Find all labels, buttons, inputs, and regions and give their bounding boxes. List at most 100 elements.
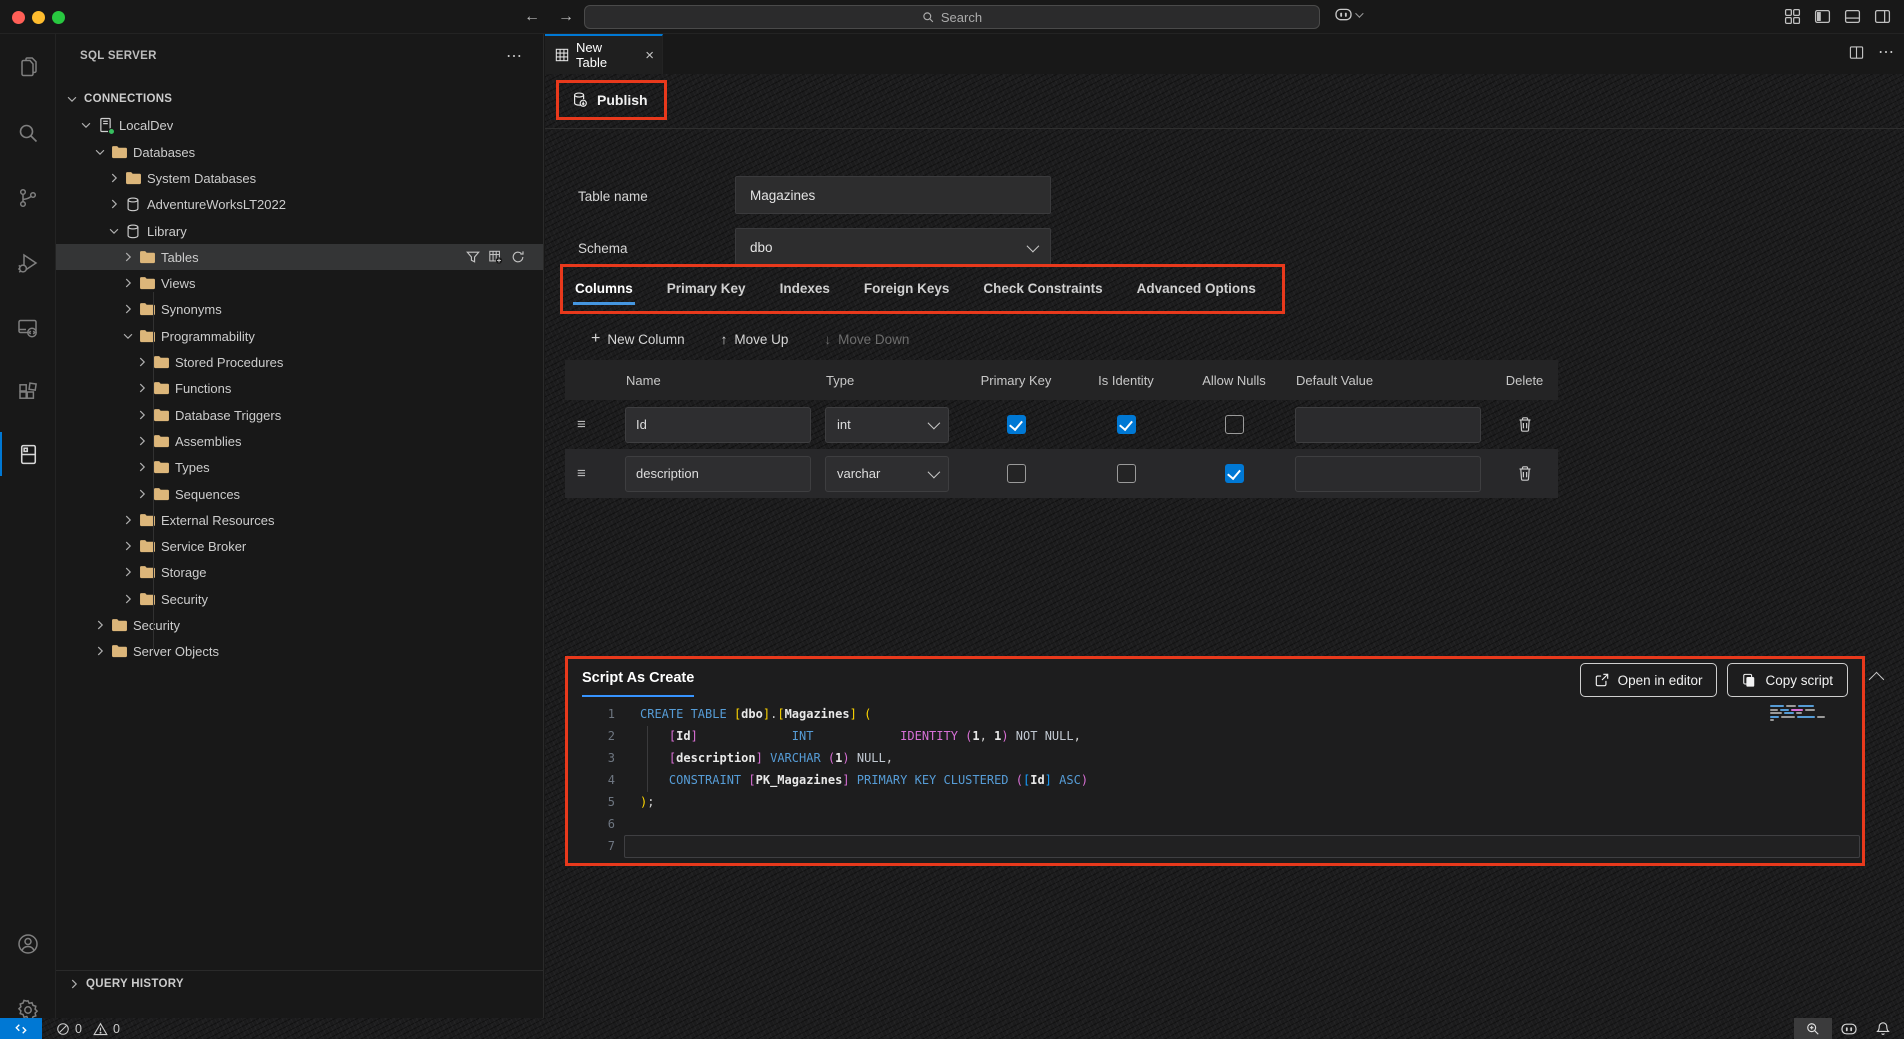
forward-icon[interactable]: → [554, 5, 578, 29]
tree-item-assemblies[interactable]: Assemblies [56, 428, 543, 454]
remote-explorer-icon[interactable] [0, 302, 56, 354]
chevron-right-icon[interactable] [134, 380, 150, 396]
column-type-select[interactable]: int [825, 407, 949, 443]
schema-select[interactable]: dbo [735, 228, 1051, 266]
delete-row-button[interactable] [1491, 416, 1558, 433]
script-as-create-tab[interactable]: Script As Create [582, 670, 694, 686]
open-in-editor-button[interactable]: Open in editor [1580, 663, 1718, 697]
tree-item-security[interactable]: Security [56, 586, 543, 612]
tree-item-tables[interactable]: Tables [56, 244, 543, 270]
tree-item-server-objects[interactable]: Server Objects [56, 638, 543, 664]
toggle-panel-icon[interactable] [1842, 6, 1862, 26]
explorer-icon[interactable] [0, 42, 56, 94]
move-down-button[interactable]: ↓ Move Down [824, 332, 909, 347]
tree-item-views[interactable]: Views [56, 270, 543, 296]
tree-item-connections[interactable]: CONNECTIONS [56, 86, 543, 112]
tree-item-adventureworkslt2022[interactable]: AdventureWorksLT2022 [56, 191, 543, 217]
column-name-input[interactable] [625, 407, 811, 443]
column-name-input[interactable] [625, 456, 811, 492]
tree-item-localdev[interactable]: LocalDev [56, 112, 543, 138]
tree-item-types[interactable]: Types [56, 454, 543, 480]
checkbox[interactable] [1117, 464, 1136, 483]
view-tab-indexes[interactable]: Indexes [780, 268, 830, 311]
refresh-icon[interactable] [511, 250, 525, 264]
chevron-right-icon[interactable] [120, 249, 136, 265]
tree-item-storage[interactable]: Storage [56, 559, 543, 585]
source-control-icon[interactable] [0, 172, 56, 224]
view-tab-foreign-keys[interactable]: Foreign Keys [864, 268, 950, 311]
tree-item-databases[interactable]: Databases [56, 139, 543, 165]
more-actions-icon[interactable]: ⋯ [1878, 42, 1894, 62]
publish-button[interactable]: Publish [597, 92, 648, 108]
chevron-right-icon[interactable] [120, 512, 136, 528]
view-tab-columns[interactable]: Columns [575, 268, 633, 311]
chevron-right-icon[interactable] [120, 275, 136, 291]
chevron-down-icon[interactable] [64, 91, 80, 107]
zoom-status-icon[interactable] [1794, 1018, 1832, 1039]
chevron-right-icon[interactable] [106, 170, 122, 186]
copilot-status-icon[interactable] [1832, 1018, 1866, 1039]
chevron-down-icon[interactable] [92, 144, 108, 160]
command-center-search[interactable]: Search [584, 5, 1320, 29]
tree-item-system-databases[interactable]: System Databases [56, 165, 543, 191]
chevron-right-icon[interactable] [92, 617, 108, 633]
tree-item-functions[interactable]: Functions [56, 375, 543, 401]
view-tab-check-constraints[interactable]: Check Constraints [983, 268, 1102, 311]
more-actions-icon[interactable]: ⋯ [503, 46, 525, 66]
problems-status[interactable]: 0 0 [56, 1022, 120, 1036]
chevron-down-icon[interactable] [78, 117, 94, 133]
window-minimize-button[interactable] [32, 11, 45, 24]
drag-handle[interactable]: ≡ [565, 465, 617, 482]
window-maximize-button[interactable] [52, 11, 65, 24]
checkbox[interactable] [1117, 415, 1136, 434]
notifications-bell-icon[interactable] [1866, 1018, 1900, 1039]
drag-handle[interactable]: ≡ [565, 416, 617, 433]
tree-item-stored-procedures[interactable]: Stored Procedures [56, 349, 543, 375]
search-sidebar-icon[interactable] [0, 107, 56, 159]
filter-icon[interactable] [466, 250, 480, 264]
tree-item-security[interactable]: Security [56, 612, 543, 638]
chevron-right-icon[interactable] [120, 538, 136, 554]
checkbox[interactable] [1225, 415, 1244, 434]
chevron-right-icon[interactable] [120, 564, 136, 580]
chevron-right-icon[interactable] [106, 196, 122, 212]
extensions-icon[interactable] [0, 367, 56, 419]
checkbox[interactable] [1007, 415, 1026, 434]
tree-item-database-triggers[interactable]: Database Triggers [56, 402, 543, 428]
chevron-right-icon[interactable] [134, 459, 150, 475]
copilot-menu-button[interactable] [1334, 7, 1361, 22]
delete-row-button[interactable] [1491, 465, 1558, 482]
customize-layout-icon[interactable] [1782, 6, 1802, 26]
chevron-right-icon[interactable] [134, 433, 150, 449]
query-history-section[interactable]: QUERY HISTORY [56, 970, 543, 996]
toggle-sidebar-right-icon[interactable] [1872, 6, 1892, 26]
chevron-right-icon[interactable] [120, 301, 136, 317]
tree-item-external-resources[interactable]: External Resources [56, 507, 543, 533]
back-icon[interactable]: ← [520, 5, 544, 29]
tree-item-library[interactable]: Library [56, 218, 543, 244]
chevron-right-icon[interactable] [134, 486, 150, 502]
remote-indicator[interactable] [0, 1018, 42, 1039]
checkbox[interactable] [1225, 464, 1244, 483]
table-name-input[interactable]: Magazines [735, 176, 1051, 214]
tree-item-programmability[interactable]: Programmability [56, 323, 543, 349]
tree-item-synonyms[interactable]: Synonyms [56, 296, 543, 322]
sql-code-editor[interactable]: 1CREATE TABLE [dbo].[Magazines] (2 [Id] … [568, 703, 1862, 857]
tree-item-service-broker[interactable]: Service Broker [56, 533, 543, 559]
copy-script-button[interactable]: Copy script [1727, 663, 1848, 697]
chevron-right-icon[interactable] [92, 643, 108, 659]
view-tab-advanced-options[interactable]: Advanced Options [1137, 268, 1256, 311]
tree-item-sequences[interactable]: Sequences [56, 481, 543, 507]
chevron-right-icon[interactable] [134, 354, 150, 370]
new-table-icon[interactable] [488, 250, 503, 264]
view-tab-primary-key[interactable]: Primary Key [667, 268, 746, 311]
split-editor-icon[interactable] [1849, 45, 1864, 60]
column-type-select[interactable]: varchar [825, 456, 949, 492]
chevron-right-icon[interactable] [134, 407, 150, 423]
accounts-icon[interactable] [0, 918, 56, 970]
toggle-sidebar-left-icon[interactable] [1812, 6, 1832, 26]
new-column-button[interactable]: + New Column [591, 330, 685, 348]
chevron-right-icon[interactable] [120, 591, 136, 607]
close-icon[interactable]: × [645, 47, 654, 64]
chevron-down-icon[interactable] [106, 223, 122, 239]
